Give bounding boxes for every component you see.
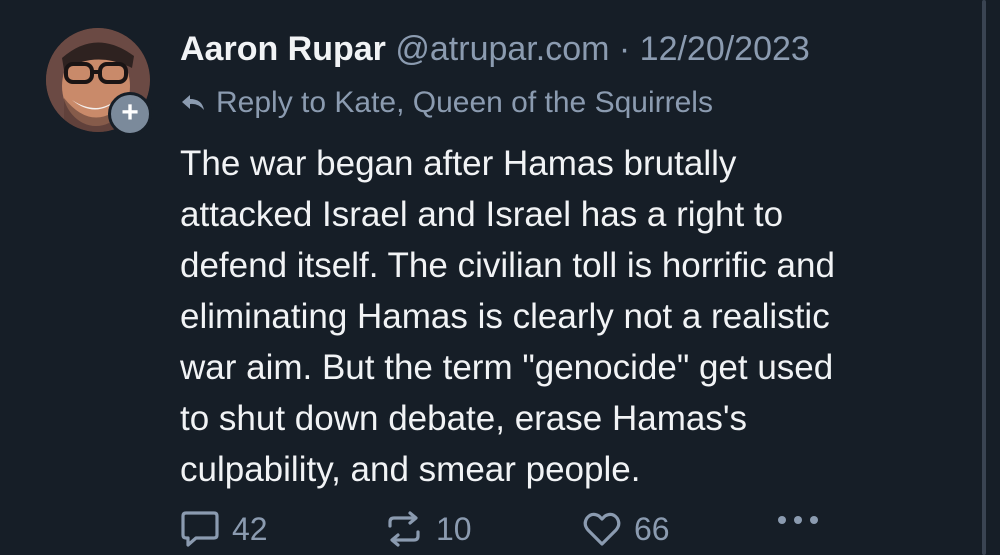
post-text-line: The war began after Hamas brutally: [180, 144, 737, 183]
post-header: Aaron Rupar @atrupar.com · 12/20/2023: [180, 30, 810, 69]
post-date[interactable]: 12/20/2023: [640, 30, 810, 68]
like-count: 66: [634, 510, 670, 547]
reply-count: 42: [232, 510, 268, 547]
reply-arrow-icon: [180, 92, 206, 114]
post-text-line: to shut down debate, erase Hamas's: [180, 399, 748, 438]
author-handle[interactable]: @atrupar.com: [395, 30, 609, 68]
post-text-line: attacked Israel and Israel has a right t…: [180, 195, 784, 234]
avatar-container: +: [46, 28, 152, 136]
header-separator: ·: [618, 30, 631, 68]
scrollbar[interactable]: [982, 0, 986, 555]
more-options-button[interactable]: [776, 514, 820, 526]
repost-arrows-icon: [384, 510, 424, 548]
like-button[interactable]: 66: [582, 510, 670, 548]
post-text-line: culpability, and smear people.: [180, 450, 641, 489]
repost-button[interactable]: 10: [384, 510, 472, 548]
post-text-line: defend itself. The civilian toll is horr…: [180, 246, 835, 285]
speech-bubble-icon: [180, 510, 220, 548]
post-text-line: eliminating Hamas is clearly not a reali…: [180, 297, 830, 336]
post-body: The war began after Hamas brutally attac…: [180, 138, 970, 495]
reply-context[interactable]: Reply to Kate, Queen of the Squirrels: [180, 86, 713, 120]
repost-count: 10: [436, 510, 472, 547]
reply-button[interactable]: 42: [180, 510, 268, 548]
heart-icon: [582, 510, 622, 548]
ellipsis-icon: [776, 514, 820, 526]
post-actions: 42 10 66: [180, 504, 830, 554]
reply-to-label: Reply to Kate, Queen of the Squirrels: [216, 86, 713, 119]
author-name[interactable]: Aaron Rupar: [180, 30, 386, 68]
post-text-line: war aim. But the term "genocide" get use…: [180, 348, 834, 387]
follow-button[interactable]: +: [108, 92, 152, 136]
post-card[interactable]: + Aaron Rupar @atrupar.com · 12/20/2023 …: [0, 0, 1000, 555]
